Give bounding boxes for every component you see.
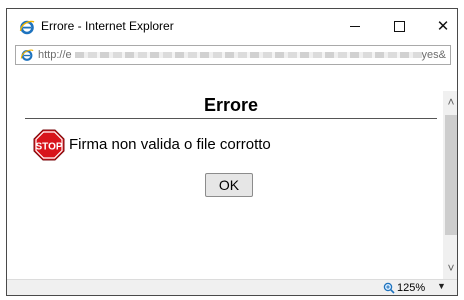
- title-bar[interactable]: Errore - Internet Explorer ✕: [7, 9, 457, 43]
- address-url-obscured: [74, 52, 422, 59]
- stop-sign-label: STOP: [35, 142, 62, 153]
- zoom-dropdown-icon[interactable]: ▼: [437, 281, 446, 291]
- zoom-magnifier-icon: [383, 282, 395, 294]
- scroll-down-icon[interactable]: ˅: [443, 259, 457, 277]
- error-message: Firma non valida o file corrotto: [69, 136, 271, 153]
- scroll-up-icon[interactable]: ˄: [443, 93, 457, 111]
- stop-sign-icon: STOP: [33, 129, 65, 161]
- address-bar[interactable]: http://e yes&: [15, 45, 451, 65]
- ie-logo-icon: [19, 20, 35, 35]
- ok-button[interactable]: OK: [205, 173, 253, 197]
- close-icon: ✕: [436, 18, 450, 35]
- window-title: Errore - Internet Explorer: [41, 19, 174, 33]
- address-url-suffix: yes&: [421, 49, 446, 61]
- zoom-level[interactable]: 125%: [397, 282, 425, 294]
- status-bar: 125% ▼: [7, 279, 457, 295]
- maximize-icon: [393, 20, 405, 32]
- browser-popup-window: Errore - Internet Explorer ✕ http://e ye…: [6, 8, 458, 296]
- scroll-thumb[interactable]: [445, 115, 457, 235]
- ie-page-icon: [20, 49, 34, 61]
- address-url-prefix: http://e: [38, 49, 72, 61]
- page-content: Errore STOP Firma non valida o file corr…: [7, 67, 443, 279]
- dialog-heading: Errore: [203, 95, 259, 115]
- address-url: http://e: [38, 49, 422, 61]
- close-button[interactable]: ✕: [421, 9, 457, 43]
- maximize-button[interactable]: [377, 9, 421, 43]
- minimize-button[interactable]: [333, 9, 377, 43]
- vertical-scrollbar[interactable]: ˄ ˅: [443, 91, 457, 281]
- heading-divider: [25, 118, 437, 119]
- minimize-icon: [350, 25, 360, 27]
